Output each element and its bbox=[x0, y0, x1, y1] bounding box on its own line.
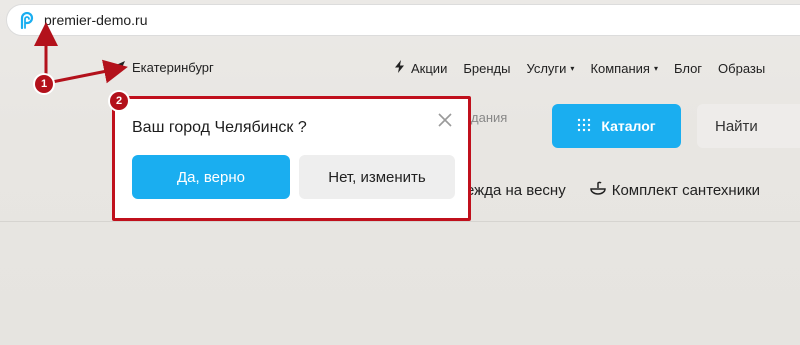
nav-item-label: Компания bbox=[590, 60, 650, 76]
sink-icon bbox=[589, 180, 606, 200]
annotation-arrow-city bbox=[51, 59, 128, 84]
catalog-label: Каталог bbox=[601, 118, 656, 134]
nav-item-looks[interactable]: Образы bbox=[718, 61, 765, 76]
nav-item-brands[interactable]: Бренды bbox=[463, 61, 510, 76]
confirm-city-button[interactable]: Да, верно bbox=[132, 155, 290, 199]
url-text: premier-demo.ru bbox=[44, 12, 148, 28]
nav-item-blog[interactable]: Блог bbox=[674, 61, 702, 76]
nav-item-label: Акции bbox=[411, 60, 448, 76]
partial-header-text: дания bbox=[471, 110, 508, 125]
lightning-icon bbox=[394, 60, 405, 76]
header-divider bbox=[0, 221, 800, 222]
grid-dots-icon bbox=[577, 118, 591, 135]
city-selector[interactable]: Екатеринбург bbox=[114, 60, 214, 75]
nav-item-company[interactable]: Компания ▾ bbox=[590, 61, 658, 76]
nav-item-label: Образы bbox=[718, 60, 766, 76]
catalog-button[interactable]: Каталог bbox=[552, 104, 681, 148]
nav-item-label: Бренды bbox=[463, 60, 511, 76]
nav-item-label: Услуги bbox=[526, 60, 567, 76]
popup-question: Ваш город Челябинск ? bbox=[132, 119, 307, 136]
top-nav: Акции Бренды Услуги ▾ Компания ▾ Блог Об… bbox=[394, 60, 781, 76]
promo-link-spring[interactable]: ежда на весну bbox=[466, 182, 566, 199]
promo-link-plumbing-kit[interactable]: Комплект сантехники bbox=[589, 180, 761, 200]
city-confirm-popup: Ваш город Челябинск ? Да, верно Нет, изм… bbox=[112, 96, 471, 221]
caret-down-icon: ▾ bbox=[653, 63, 658, 73]
nav-item-services[interactable]: Услуги ▾ bbox=[526, 61, 574, 76]
promo-row: ежда на весну Комплект сантехники bbox=[466, 180, 760, 200]
nav-item-promotions[interactable]: Акции bbox=[394, 60, 447, 76]
search-input[interactable]: Найти bbox=[697, 104, 800, 148]
change-city-button[interactable]: Нет, изменить bbox=[299, 155, 455, 199]
annotation-marker-1: 1 bbox=[35, 75, 53, 93]
browser-address-bar[interactable]: premier-demo.ru bbox=[6, 4, 800, 36]
city-label: Екатеринбург bbox=[132, 60, 214, 75]
search-placeholder: Найти bbox=[715, 117, 758, 135]
premier-logo-icon bbox=[16, 10, 38, 32]
promo-kit-label: Комплект сантехники bbox=[611, 181, 761, 199]
nav-item-label: Блог bbox=[673, 60, 703, 76]
close-icon[interactable] bbox=[436, 112, 454, 130]
location-arrow-icon bbox=[114, 60, 126, 75]
caret-down-icon: ▾ bbox=[570, 63, 575, 73]
